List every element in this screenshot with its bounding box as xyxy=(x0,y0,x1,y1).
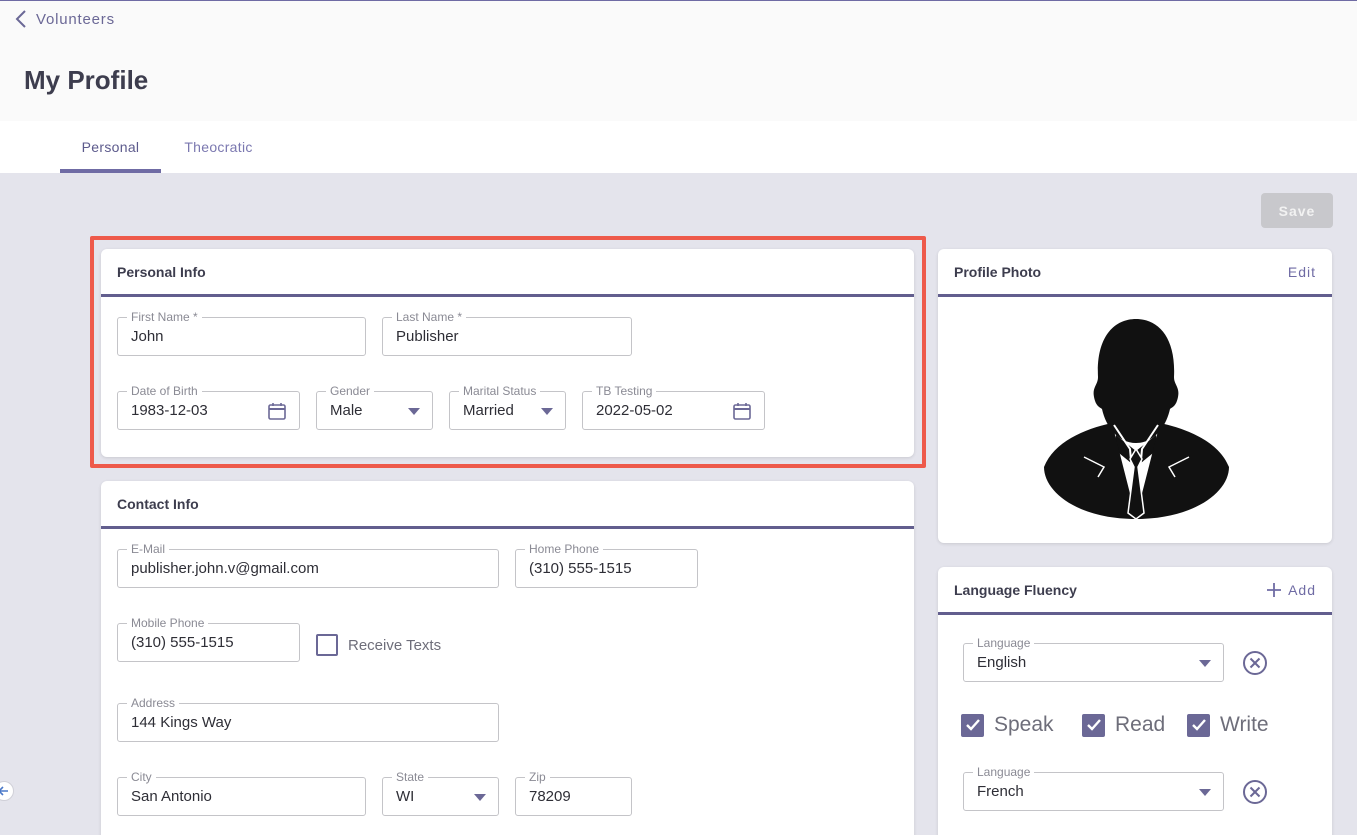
field-value: Married xyxy=(463,402,514,419)
caret-down-icon xyxy=(408,408,420,415)
email-field[interactable]: E-Mail publisher.john.v@gmail.com xyxy=(117,542,499,588)
field-label: E-Mail xyxy=(127,542,170,556)
read-checkbox[interactable]: Read xyxy=(1082,713,1165,737)
field-value: (310) 555-1515 xyxy=(131,634,234,651)
plus-icon xyxy=(1267,582,1282,597)
field-label: Mobile Phone xyxy=(127,616,209,630)
field-label: Language xyxy=(973,765,1035,779)
save-button[interactable]: Save xyxy=(1261,193,1333,228)
zip-field[interactable]: Zip 78209 xyxy=(515,770,632,816)
caret-down-icon xyxy=(474,794,486,801)
field-label: Last Name * xyxy=(392,310,467,324)
checkbox-box[interactable] xyxy=(1082,713,1105,737)
caret-down-icon xyxy=(1199,660,1211,667)
tab-theocratic[interactable]: Theocratic xyxy=(171,121,266,173)
language-select-2[interactable]: Language French xyxy=(963,765,1224,811)
field-label: Marital Status xyxy=(459,384,541,398)
card-title: Profile Photo xyxy=(954,263,1042,280)
add-label: Add xyxy=(1288,581,1316,598)
tab-bar: Personal Theocratic xyxy=(0,121,1357,173)
speak-checkbox[interactable]: Speak xyxy=(961,713,1054,737)
field-label: First Name * xyxy=(127,310,202,324)
remove-circle-icon[interactable] xyxy=(1242,650,1268,676)
profile-photo-card: Profile Photo Edit xyxy=(938,249,1332,543)
field-value: 78209 xyxy=(529,788,571,805)
home-phone-field[interactable]: Home Phone (310) 555-1515 xyxy=(515,542,698,588)
state-select[interactable]: State WI xyxy=(382,770,499,816)
collapse-sidebar-button[interactable] xyxy=(0,781,14,801)
avatar-silhouette xyxy=(1044,319,1229,519)
first-name-field[interactable]: First Name * John xyxy=(117,310,366,356)
field-value: WI xyxy=(396,788,415,805)
language-fluency-header: Language Fluency Add xyxy=(938,567,1332,615)
caret-down-icon xyxy=(1199,789,1211,796)
city-field[interactable]: City San Antonio xyxy=(117,770,366,816)
add-language-button[interactable]: Add xyxy=(1266,582,1316,598)
field-label: Date of Birth xyxy=(127,384,202,398)
contact-info-header: Contact Info xyxy=(101,481,914,529)
field-label: Gender xyxy=(326,384,375,398)
chevron-left-icon xyxy=(15,10,26,28)
checkbox-box[interactable] xyxy=(1187,713,1210,737)
field-label: TB Testing xyxy=(592,384,657,398)
back-link[interactable]: Volunteers xyxy=(14,10,115,28)
field-value: French xyxy=(977,783,1024,800)
checkbox-box[interactable] xyxy=(961,713,984,737)
last-name-field[interactable]: Last Name * Publisher xyxy=(382,310,632,356)
check-icon xyxy=(1191,719,1206,731)
mobile-phone-field[interactable]: Mobile Phone (310) 555-1515 xyxy=(117,616,300,662)
page-header: Volunteers My Profile xyxy=(0,0,1357,121)
field-value: Publisher xyxy=(396,328,459,345)
checkbox-box[interactable] xyxy=(316,634,338,656)
receive-texts-checkbox[interactable]: Receive Texts xyxy=(316,634,441,656)
field-label: Zip xyxy=(525,770,550,784)
arrow-left-icon xyxy=(0,786,8,796)
field-value: publisher.john.v@gmail.com xyxy=(131,560,319,577)
field-value: 1983-12-03 xyxy=(131,402,208,419)
field-value: 2022-05-02 xyxy=(596,402,673,419)
field-label: State xyxy=(392,770,429,784)
tb-testing-field[interactable]: TB Testing 2022-05-02 xyxy=(582,384,765,430)
field-label: Address xyxy=(127,696,180,710)
checkbox-label: Speak xyxy=(994,713,1054,736)
field-value: John xyxy=(131,328,164,345)
check-icon xyxy=(1086,719,1101,731)
field-label: Home Phone xyxy=(525,542,604,556)
back-link-label: Volunteers xyxy=(36,10,115,28)
field-value: (310) 555-1515 xyxy=(529,560,632,577)
page-title: My Profile xyxy=(24,65,149,95)
field-value: English xyxy=(977,654,1027,671)
checkbox-label: Read xyxy=(1115,713,1166,736)
card-title: Language Fluency xyxy=(954,581,1077,598)
edit-photo-button[interactable]: Edit xyxy=(1288,264,1316,280)
date-of-birth-field[interactable]: Date of Birth 1983-12-03 xyxy=(117,384,300,430)
field-value: San Antonio xyxy=(131,788,212,805)
checkbox-label: Receive Texts xyxy=(348,636,442,654)
field-label: Language xyxy=(973,636,1035,650)
check-icon xyxy=(965,719,980,731)
write-checkbox[interactable]: Write xyxy=(1187,713,1269,737)
language-select-1[interactable]: Language English xyxy=(963,636,1224,682)
calendar-icon[interactable] xyxy=(732,401,752,421)
calendar-icon[interactable] xyxy=(267,401,287,421)
address-field[interactable]: Address 144 Kings Way xyxy=(117,696,499,742)
field-label: City xyxy=(127,770,156,784)
caret-down-icon xyxy=(541,408,553,415)
field-value: Male xyxy=(330,402,363,419)
field-value: 144 Kings Way xyxy=(131,714,232,731)
remove-circle-icon[interactable] xyxy=(1242,779,1268,805)
marital-status-select[interactable]: Marital Status Married xyxy=(449,384,566,430)
card-title: Contact Info xyxy=(117,495,199,512)
tab-personal[interactable]: Personal xyxy=(60,121,161,173)
gender-select[interactable]: Gender Male xyxy=(316,384,433,430)
checkbox-label: Write xyxy=(1220,713,1269,736)
profile-photo-header: Profile Photo Edit xyxy=(938,249,1332,297)
